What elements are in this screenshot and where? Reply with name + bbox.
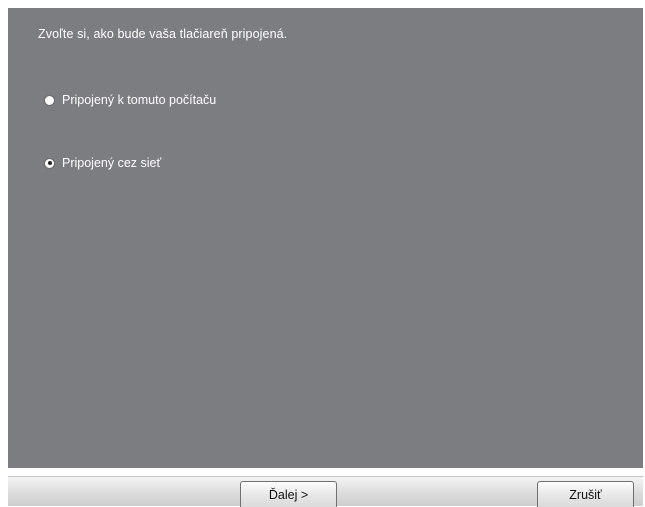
next-button[interactable]: Ďalej > (240, 481, 337, 507)
connection-panel: Zvoľte si, ako bude vaša tlačiareň pripo… (8, 8, 643, 468)
button-bar: Ďalej > Zrušiť (8, 476, 643, 507)
cancel-button[interactable]: Zrušiť (537, 481, 634, 507)
radio-option-network[interactable]: Pripojený cez sieť (44, 156, 161, 170)
radio-unchecked-icon[interactable] (44, 94, 55, 106)
radio-option-network-label: Pripojený cez sieť (62, 156, 162, 170)
connection-prompt: Zvoľte si, ako bude vaša tlačiareň pripo… (38, 27, 288, 41)
radio-option-local-label: Pripojený k tomuto počítaču (62, 93, 217, 107)
radio-checked-icon[interactable] (44, 157, 55, 169)
radio-option-local[interactable]: Pripojený k tomuto počítaču (44, 93, 216, 107)
